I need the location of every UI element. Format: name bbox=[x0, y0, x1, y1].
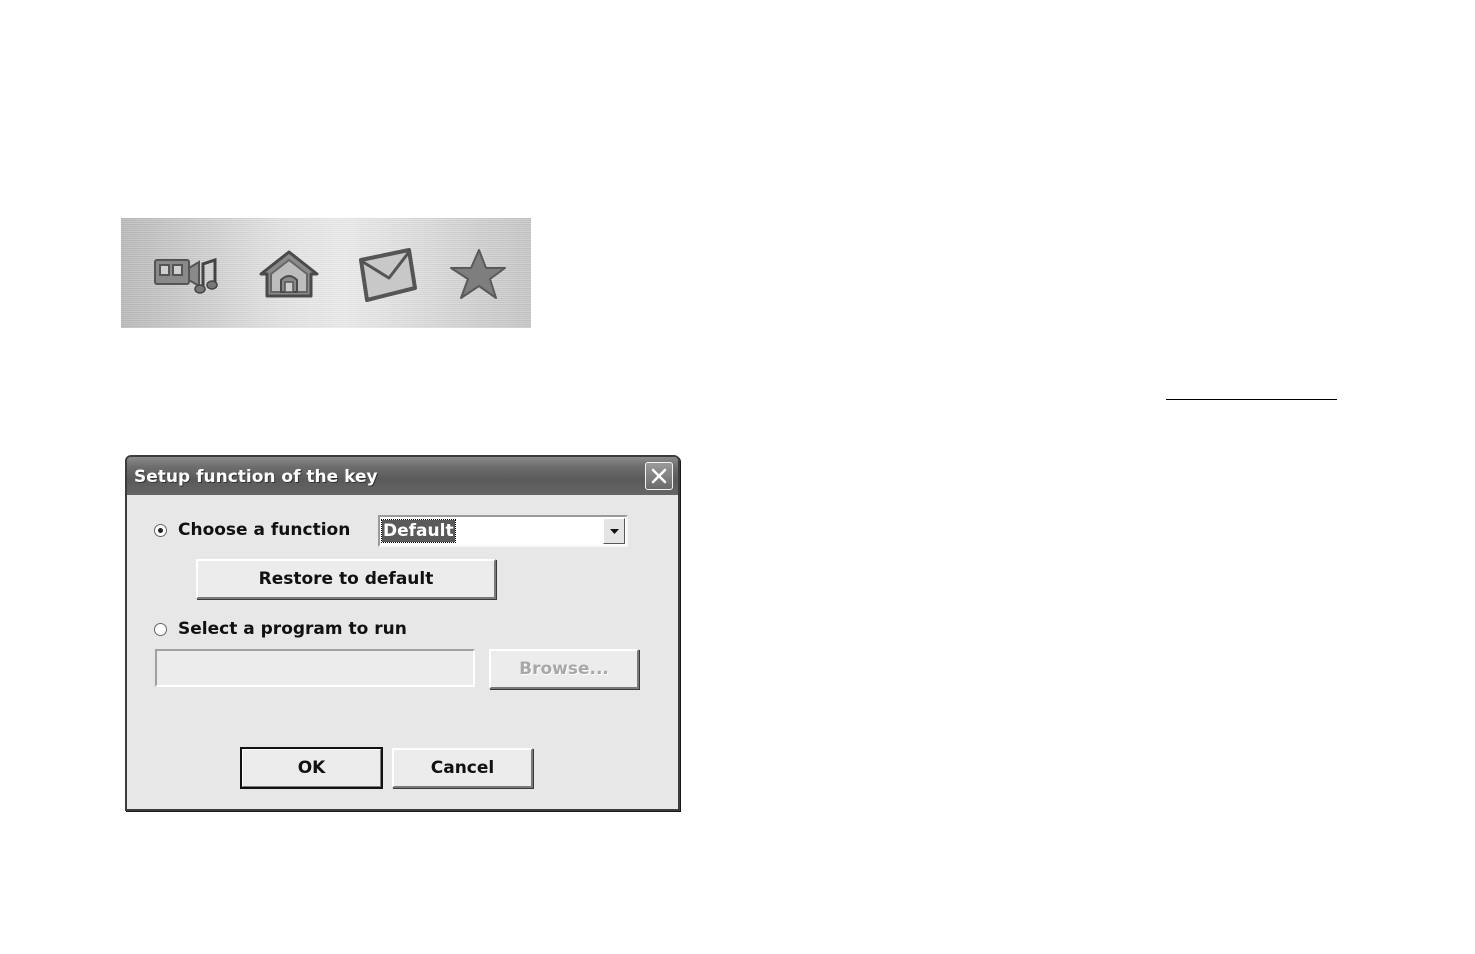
hotkey-strip bbox=[121, 218, 531, 328]
choose-function-radio[interactable] bbox=[154, 524, 167, 537]
setup-key-dialog: Setup function of the key Choose a funct… bbox=[125, 455, 680, 811]
dialog-titlebar[interactable]: Setup function of the key bbox=[127, 457, 678, 495]
cancel-button[interactable]: Cancel bbox=[392, 748, 533, 788]
dialog-title: Setup function of the key bbox=[134, 467, 378, 487]
favorites-star-icon[interactable] bbox=[441, 244, 513, 304]
select-program-radio[interactable] bbox=[154, 623, 167, 636]
browse-button[interactable]: Browse... bbox=[489, 649, 639, 689]
program-path-input[interactable] bbox=[155, 649, 475, 687]
select-program-label[interactable]: Select a program to run bbox=[178, 619, 407, 639]
home-icon[interactable] bbox=[253, 244, 325, 304]
radio-selected-dot bbox=[158, 528, 163, 533]
chevron-down-icon bbox=[610, 529, 619, 534]
close-icon bbox=[651, 468, 667, 484]
mail-icon[interactable] bbox=[351, 244, 423, 304]
dropdown-arrow-button[interactable] bbox=[603, 518, 625, 544]
choose-function-label[interactable]: Choose a function bbox=[178, 520, 350, 540]
close-button[interactable] bbox=[645, 462, 673, 490]
function-dropdown-value: Default bbox=[381, 519, 456, 543]
divider-line bbox=[1166, 399, 1337, 400]
restore-default-button[interactable]: Restore to default bbox=[196, 559, 496, 599]
multimedia-icon[interactable] bbox=[149, 244, 221, 304]
function-dropdown[interactable]: Default bbox=[378, 515, 628, 547]
ok-button[interactable]: OK bbox=[240, 747, 383, 789]
